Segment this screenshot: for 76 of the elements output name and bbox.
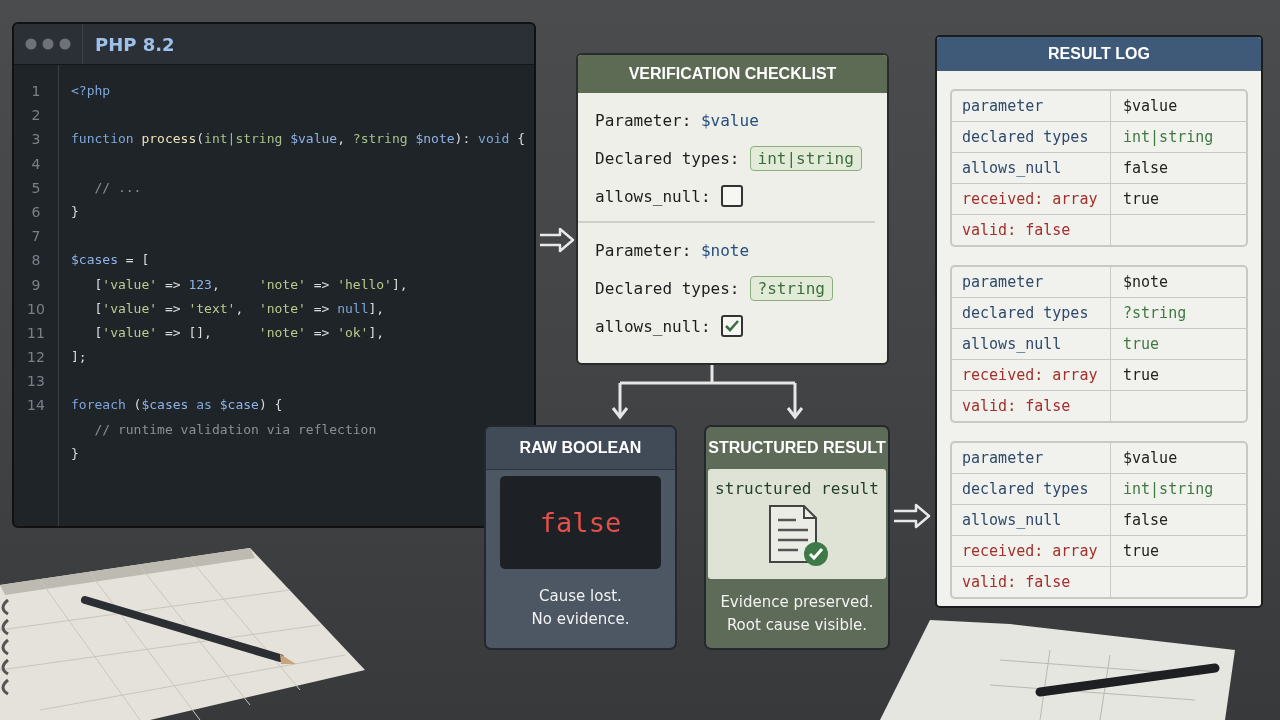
table-cell: $note xyxy=(1111,267,1246,298)
table-cell: false xyxy=(1111,505,1246,536)
caption-line: Evidence preserved. xyxy=(720,592,874,613)
code-line: foreach ($cases as $case) { xyxy=(71,396,284,415)
line-number: 3 xyxy=(30,130,42,150)
checkbox[interactable] xyxy=(720,315,743,337)
table-cell: true xyxy=(1111,536,1246,567)
allows-null-label: allows_null: xyxy=(595,186,711,206)
line-number: 14 xyxy=(26,396,46,416)
table-cell: declared types xyxy=(952,122,1111,153)
table-cell: valid: false xyxy=(952,215,1111,245)
table-cell: allows_null xyxy=(952,329,1111,360)
table-cell: true xyxy=(1111,184,1246,215)
caption-line: Root cause visible. xyxy=(726,615,868,636)
checkmark-icon xyxy=(723,319,740,333)
line-number: 1 xyxy=(30,82,42,101)
table-cell: int|string xyxy=(1111,474,1246,505)
line-number: 2 xyxy=(30,106,42,126)
table-cell: parameter xyxy=(952,267,1111,298)
line-number: 8 xyxy=(30,251,42,271)
card-title: STRUCTURED RESULT xyxy=(707,438,887,458)
card-title: RAW BOOLEAN xyxy=(486,427,675,470)
panel-title: VERIFICATION CHECKLIST xyxy=(578,55,887,93)
editor-title: PHP 8.2 xyxy=(95,33,175,55)
table-cell: valid: false xyxy=(952,567,1111,597)
type-tag: int|string xyxy=(749,145,862,171)
table-cell: declared types xyxy=(952,298,1111,329)
code-line: ]; xyxy=(71,348,88,367)
type-tag: ?string xyxy=(749,275,833,301)
line-number: 6 xyxy=(30,202,42,222)
line-number: 9 xyxy=(30,275,42,295)
table-cell: received: array xyxy=(952,360,1111,391)
line-number: 13 xyxy=(26,372,46,392)
table-cell: allows_null xyxy=(952,153,1111,184)
line-number: 5 xyxy=(30,178,42,198)
code-line: <?php xyxy=(71,82,112,100)
code-line: // ... xyxy=(93,178,143,197)
table-cell: parameter xyxy=(952,443,1111,474)
table-cell: int|string xyxy=(1111,122,1246,153)
allows-null-label: allows_null: xyxy=(595,316,711,336)
code-line: } xyxy=(71,202,80,221)
line-number: 12 xyxy=(26,348,46,368)
table-cell: received: array xyxy=(952,536,1111,567)
line-number: 7 xyxy=(30,227,42,247)
table-cell: true xyxy=(1111,360,1246,391)
table-cell: received: array xyxy=(952,184,1111,215)
checkbox[interactable] xyxy=(720,185,743,207)
code-line: $cases = [ xyxy=(71,251,151,270)
line-number: 10 xyxy=(26,299,46,319)
table-cell: $value xyxy=(1111,91,1246,122)
parameter-label: Parameter: $value xyxy=(595,110,759,130)
table-cell: allows_null xyxy=(952,505,1111,536)
code-line: } xyxy=(71,444,80,463)
code-line: ['value' => 'text', 'note' => null], xyxy=(93,299,386,318)
code-line: ['value' => [], 'note' => 'ok'], xyxy=(93,323,386,342)
code-line: // runtime validation via reflection xyxy=(93,420,378,439)
table-cell: $value xyxy=(1111,443,1246,474)
types-label: Declared types: xyxy=(595,148,740,168)
code-line: ['value' => 123, 'note' => 'hello'], xyxy=(93,275,409,294)
table-cell: ?string xyxy=(1111,298,1246,329)
result-value: false xyxy=(500,476,661,569)
caption-line: No evidence. xyxy=(531,609,630,630)
result-label: structured result xyxy=(715,479,879,498)
table-cell: false xyxy=(1111,153,1246,184)
panel-title: RESULT LOG xyxy=(937,37,1261,71)
window-dots-icon xyxy=(25,38,71,50)
caption-line: Cause lost. xyxy=(539,586,622,607)
table-cell: parameter xyxy=(952,91,1111,122)
table-cell: declared types xyxy=(952,474,1111,505)
line-number: 4 xyxy=(30,154,42,174)
table-cell: valid: false xyxy=(952,391,1111,421)
line-number: 11 xyxy=(26,323,46,343)
parameter-label: Parameter: $note xyxy=(595,240,750,260)
table-cell: true xyxy=(1111,329,1246,360)
code-line: function process(int|string $value, ?string $note): void { xyxy=(71,130,526,149)
types-label: Declared types: xyxy=(595,278,740,298)
